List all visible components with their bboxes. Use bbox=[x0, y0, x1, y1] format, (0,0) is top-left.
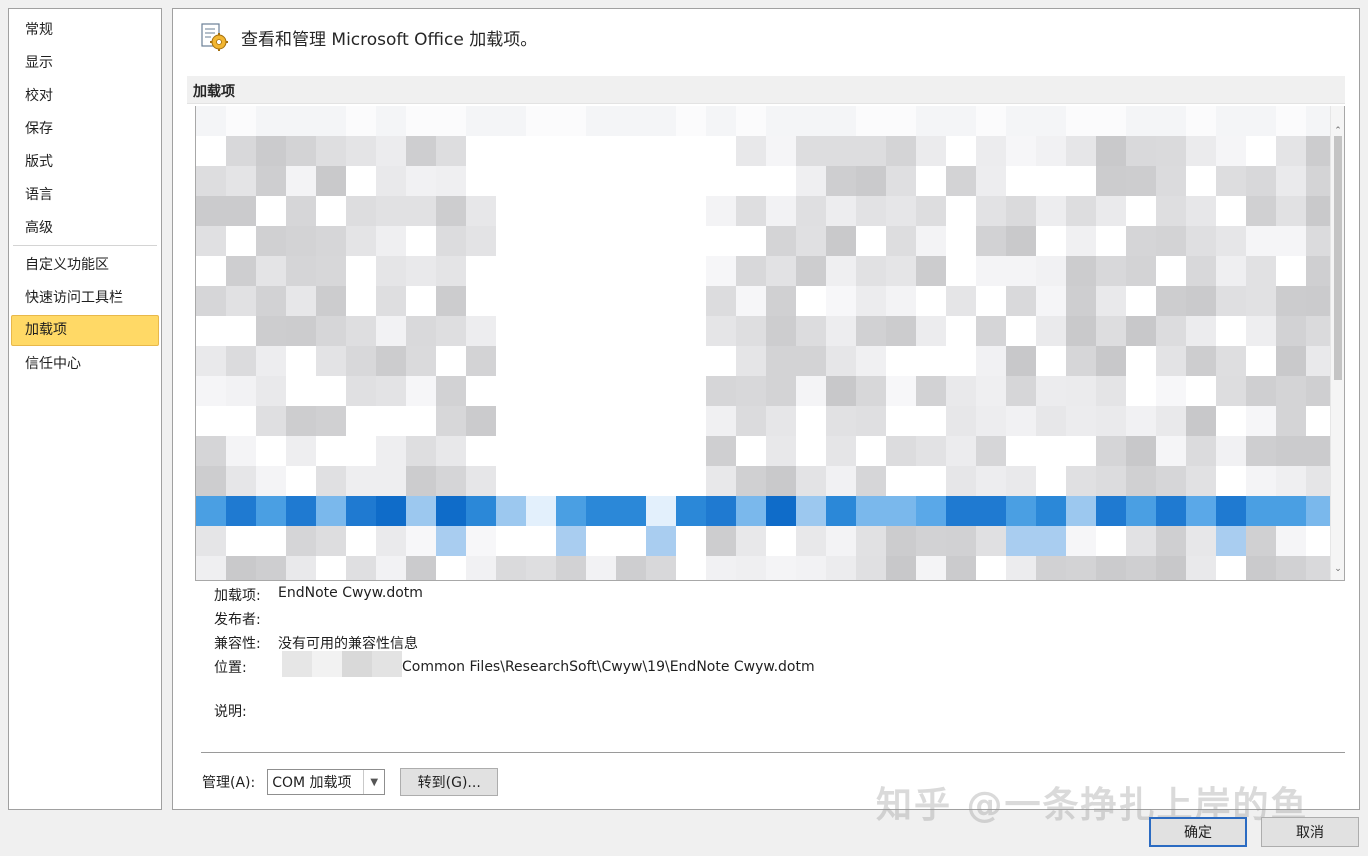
nav-item-trust-center[interactable]: 信任中心 bbox=[11, 347, 159, 380]
nav-item-quick-access-toolbar[interactable]: 快速访问工具栏 bbox=[11, 281, 159, 314]
nav-item-layout[interactable]: 版式 bbox=[11, 145, 159, 178]
scroll-down-icon[interactable]: ⌄ bbox=[1331, 562, 1344, 576]
manage-label: 管理(A): bbox=[202, 775, 256, 791]
addins-section-header: 加载项 bbox=[187, 76, 1345, 104]
blurred-addins-content bbox=[196, 106, 1336, 580]
scroll-thumb[interactable] bbox=[1334, 136, 1342, 380]
section-title: 加载项 bbox=[193, 84, 235, 100]
nav-item-general[interactable]: 常规 bbox=[11, 13, 159, 46]
manage-select-value: COM 加载项 bbox=[272, 775, 352, 791]
manage-select[interactable]: COM 加载项 ▼ bbox=[267, 769, 386, 795]
addins-panel: 查看和管理 Microsoft Office 加载项。 加载项 ⌃ ⌄ 加载项:… bbox=[172, 8, 1360, 810]
nav-item-language[interactable]: 语言 bbox=[11, 178, 159, 211]
addins-gear-icon bbox=[201, 23, 228, 51]
nav-item-advanced[interactable]: 高级 bbox=[11, 211, 159, 244]
manage-row: 管理(A): COM 加载项 ▼ 转到(G)... bbox=[202, 768, 499, 796]
nav-item-proofing[interactable]: 校对 bbox=[11, 79, 159, 112]
cancel-button[interactable]: 取消 bbox=[1261, 817, 1359, 847]
options-nav: 常规 显示 校对 保存 版式 语言 高级 自定义功能区 快速访问工具栏 加载项 … bbox=[8, 8, 162, 810]
addins-list-scrollbar[interactable]: ⌃ ⌄ bbox=[1330, 106, 1344, 580]
goto-button[interactable]: 转到(G)... bbox=[400, 768, 499, 796]
nav-item-display[interactable]: 显示 bbox=[11, 46, 159, 79]
ok-button[interactable]: 确定 bbox=[1149, 817, 1247, 847]
panel-title: 查看和管理 Microsoft Office 加载项。 bbox=[241, 29, 538, 50]
nav-item-customize-ribbon[interactable]: 自定义功能区 bbox=[11, 248, 159, 281]
nav-item-addins[interactable]: 加载项 bbox=[11, 315, 159, 346]
blurred-path-prefix bbox=[282, 651, 402, 677]
nav-separator bbox=[13, 245, 157, 246]
chevron-down-icon[interactable]: ▼ bbox=[363, 770, 384, 794]
nav-item-save[interactable]: 保存 bbox=[11, 112, 159, 145]
divider bbox=[201, 752, 1345, 753]
addins-options-dialog: 常规 显示 校对 保存 版式 语言 高级 自定义功能区 快速访问工具栏 加载项 … bbox=[0, 0, 1368, 856]
addins-list[interactable]: ⌃ ⌄ bbox=[195, 106, 1345, 581]
panel-header: 查看和管理 Microsoft Office 加载项。 bbox=[199, 21, 537, 53]
location-path: Common Files\ResearchSoft\Cwyw\19\EndNot… bbox=[402, 659, 815, 675]
